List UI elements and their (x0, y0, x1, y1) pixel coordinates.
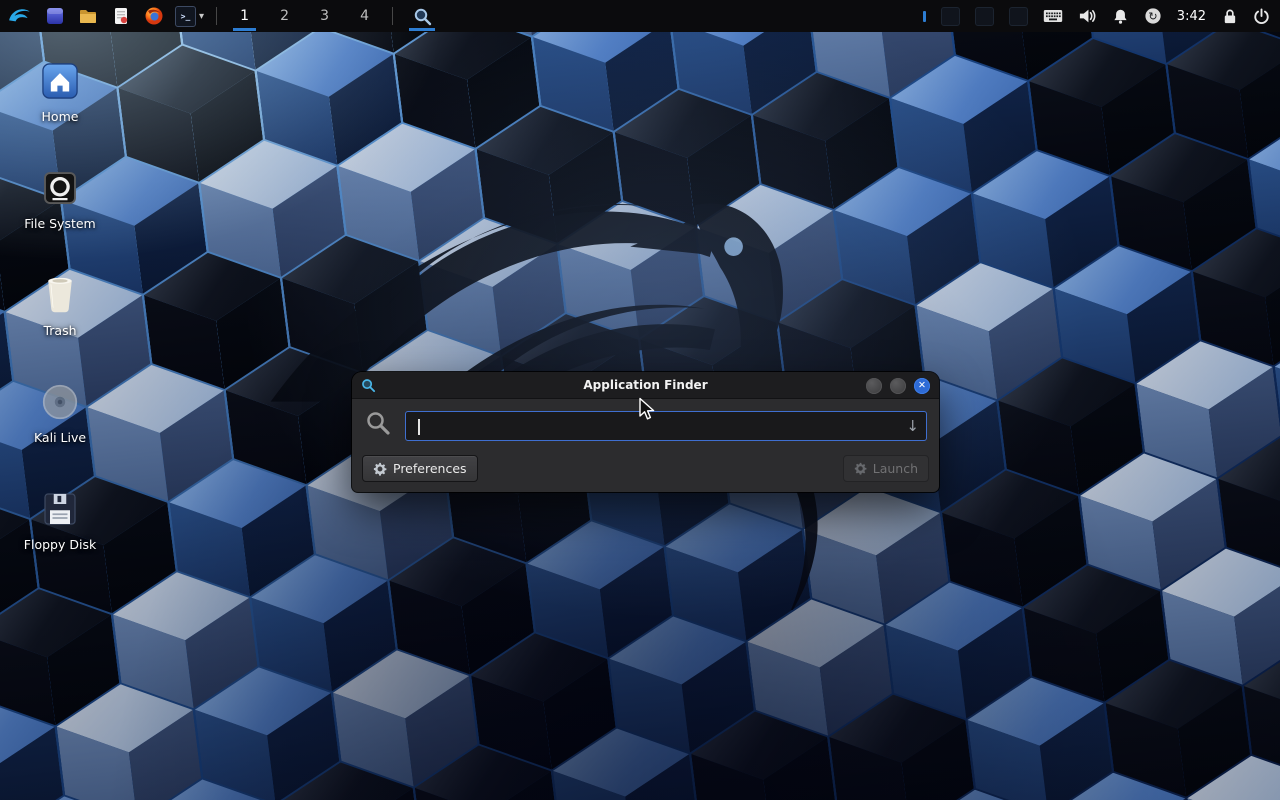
taskbar-file-manager-icon[interactable] (76, 4, 100, 28)
keyboard-layout-icon[interactable] (1043, 0, 1063, 32)
search-field-frame: ↓ (405, 411, 927, 441)
search-input[interactable] (406, 412, 926, 440)
close-icon: ✕ (918, 381, 926, 391)
search-row: ↓ (352, 399, 939, 446)
tray-hidden-icon[interactable] (975, 7, 994, 26)
titlebar[interactable]: Application Finder ✕ (352, 372, 939, 399)
workspace-2[interactable]: 2 (269, 0, 300, 32)
trash-icon (38, 273, 82, 317)
launch-button[interactable]: Launch (843, 455, 929, 482)
panel-left: >_ ▾ 1 2 3 4 (6, 0, 439, 32)
taskbar-terminal-launcher[interactable]: >_ ▾ (175, 6, 204, 27)
power-logout-icon[interactable] (1253, 0, 1270, 32)
search-icon (365, 410, 392, 441)
application-finder-window: Application Finder ✕ ↓ (352, 372, 939, 492)
wallpaper-cube (687, 703, 840, 800)
minimize-button[interactable] (866, 378, 882, 394)
home-icon (38, 59, 82, 103)
workspace-3[interactable]: 3 (309, 0, 340, 32)
workspace-4[interactable]: 4 (349, 0, 380, 32)
desktop-icon-label: Home (42, 109, 79, 124)
terminal-glyph: >_ (181, 12, 191, 21)
kali-live-disc-icon (38, 380, 82, 424)
tray-hidden-icon[interactable] (941, 7, 960, 26)
magnifier-icon (413, 7, 432, 26)
dropdown-arrow-icon[interactable]: ↓ (906, 417, 919, 435)
desktop: >_ ▾ 1 2 3 4 (0, 0, 1280, 800)
desktop-icon-label: Trash (43, 323, 76, 338)
desktop-icon-trash[interactable]: Trash (10, 273, 110, 338)
desktop-icon-label: Floppy Disk (24, 537, 96, 552)
panel-separator (216, 7, 217, 25)
preferences-label: Preferences (393, 461, 467, 476)
preferences-button[interactable]: Preferences (362, 455, 478, 482)
terminal-icon: >_ (175, 6, 196, 27)
tray-indicator (923, 11, 926, 22)
volume-icon[interactable] (1078, 0, 1097, 32)
taskbar-text-editor-icon[interactable] (109, 4, 133, 28)
launch-icon (854, 462, 867, 475)
close-button[interactable]: ✕ (914, 378, 930, 394)
window-magnifier-icon (361, 378, 376, 397)
desktop-icon-kali-live[interactable]: Kali Live (10, 380, 110, 445)
panel-right: ↻ 3:42 (923, 0, 1274, 32)
taskbar-firefox-icon[interactable] (142, 4, 166, 28)
text-cursor (418, 419, 420, 435)
taskbar-appfinder-button[interactable] (405, 0, 439, 32)
file-system-icon (38, 166, 82, 210)
notifications-bell-icon[interactable] (1112, 0, 1129, 32)
panel-separator (392, 7, 393, 25)
desktop-icon-file-system[interactable]: File System (10, 166, 110, 231)
kali-dragon-logo (250, 90, 870, 610)
desktop-icon-label: File System (24, 216, 96, 231)
workspace-1[interactable]: 1 (229, 0, 260, 32)
taskbar-app-window-icon[interactable] (43, 4, 67, 28)
gear-icon (373, 462, 387, 476)
tray-hidden-icon[interactable] (1009, 7, 1028, 26)
launch-label: Launch (873, 461, 918, 476)
desktop-icon-floppy-disk[interactable]: Floppy Disk (10, 487, 110, 552)
desktop-icon-home[interactable]: Home (10, 59, 110, 124)
top-panel: >_ ▾ 1 2 3 4 (0, 0, 1280, 32)
button-row: Preferences Launch (352, 446, 939, 492)
desktop-icon-label: Kali Live (34, 430, 86, 445)
kali-menu-icon[interactable] (6, 2, 34, 30)
wallpaper-cube (825, 686, 978, 800)
window-title: Application Finder (352, 378, 939, 392)
lock-icon[interactable] (1221, 0, 1238, 32)
window-controls: ✕ (866, 378, 930, 394)
terminal-dropdown-caret-icon[interactable]: ▾ (199, 11, 204, 22)
panel-clock[interactable]: 3:42 (1177, 9, 1206, 24)
history-glyph: ↻ (1148, 10, 1157, 23)
history-clipboard-icon[interactable]: ↻ (1144, 0, 1162, 32)
floppy-disk-icon (38, 487, 82, 531)
maximize-button[interactable] (890, 378, 906, 394)
